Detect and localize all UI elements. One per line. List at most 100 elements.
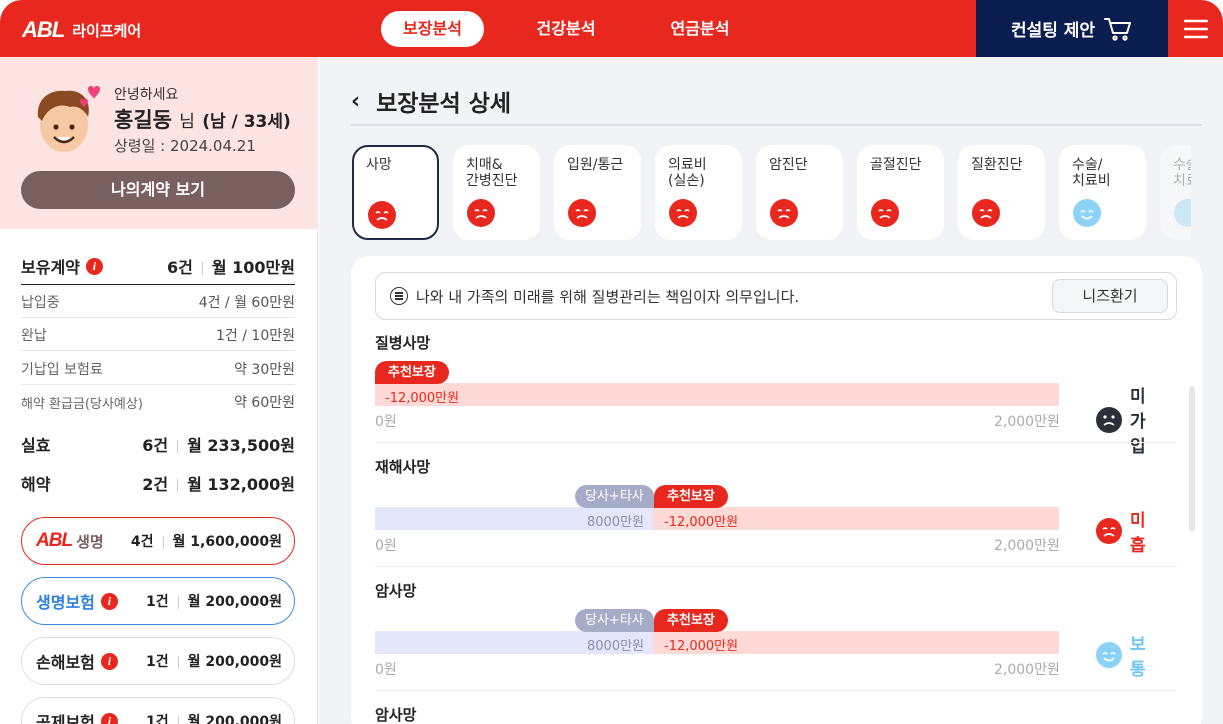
category-label: 치료비 [1072, 173, 1111, 189]
profile-card: 안녕하세요 홍길동 님 (남 / 33세) 상령일 : 2024.04.21 나… [0, 57, 318, 229]
tab-pension-analysis[interactable]: 연금분석 [650, 11, 750, 47]
summary-row-label: 완납 [21, 328, 47, 344]
insurer-name: 생명보험 [36, 593, 95, 612]
info-icon[interactable]: i [100, 712, 118, 724]
category-label: 치매& [466, 157, 503, 173]
happy-face-icon [1174, 199, 1191, 227]
bad-face-icon [568, 199, 596, 227]
category-hospitalization[interactable]: 입원/통근 [554, 145, 641, 240]
honorific: 님 [179, 112, 195, 132]
current-value: 8000만원 [587, 515, 645, 530]
lapsed-amount: 월 233,500원 [187, 436, 295, 455]
coverage-section: 암사망 당사+타사 8000만원 추천보장 -12,000만원 0원 2,000… [375, 580, 1155, 690]
consulting-proposal-label: 컨설팅 제안 [1010, 21, 1096, 41]
notice-text: 나와 내 가족의 미래를 위해 질병관리는 책임이자 의무입니다. [416, 287, 800, 306]
back-icon[interactable]: ‹ [351, 89, 360, 114]
current-value: 8000만원 [587, 639, 645, 654]
status-label: 미흡 [1130, 511, 1146, 556]
user-avatar-icon [37, 86, 100, 152]
category-death[interactable]: 사망 [352, 145, 439, 240]
cancelled-count: 2건 [142, 475, 169, 494]
bad-face-icon [669, 199, 697, 227]
coverage-section: 재해사망 당사+타사 8000만원 추천보장 -12,000만원 0원 2,00… [375, 456, 1155, 566]
category-surgery-treatment[interactable]: 수술/ 치료비 [1059, 145, 1146, 240]
neutral-face-icon [1096, 406, 1122, 433]
insurer-nonlife-insurance[interactable]: 손해보험 i 1건 월 200,000원 [21, 637, 295, 685]
summary-row: 해약 환급금(당사예상) 약 60만원 [21, 392, 295, 412]
category-label: (실손) [668, 173, 705, 189]
holding-contracts-row: 보유계약 i 6건 월 100만원 [21, 254, 295, 278]
tab-coverage-analysis[interactable]: 보장분석 [381, 11, 484, 47]
category-surgery-treatment-partial[interactable]: 수술 치료 [1160, 145, 1191, 240]
tab-health-analysis[interactable]: 건강분석 [516, 11, 616, 47]
bad-face-icon [871, 199, 899, 227]
status-label: 보통 [1130, 635, 1146, 680]
holding-label: 보유계약 [21, 258, 80, 277]
coverage-detail-panel: 나와 내 가족의 미래를 위해 질병관리는 책임이자 의무입니다. 니즈환기 질… [351, 256, 1202, 724]
section-title: 재해사망 [375, 458, 431, 476]
bad-face-icon [972, 199, 1000, 227]
category-label: 간병진단 [466, 173, 518, 189]
category-cancer-diagnosis[interactable]: 암진단 [756, 145, 843, 240]
category-disease-diagnosis[interactable]: 질환진단 [958, 145, 1045, 240]
category-label: 입원/통근 [567, 157, 624, 173]
cart-icon [1104, 17, 1132, 41]
category-label: 수술 [1173, 157, 1191, 173]
recommend-value: -12,000만원 [664, 639, 739, 654]
lapsed-contracts-row: 실효 6건 월 233,500원 [21, 432, 295, 456]
category-label: 질환진단 [971, 157, 1023, 173]
status-label: 미가입 [1130, 387, 1146, 457]
menu-icon [1183, 19, 1208, 38]
recommend-tag: 추천보장 [654, 485, 728, 508]
lapsed-count: 6건 [142, 436, 169, 455]
consulting-proposal-button[interactable]: 컨설팅 제안 [976, 0, 1168, 57]
summary-row-label: 기납입 보험료 [21, 362, 103, 378]
insurer-amount: 월 200,000원 [187, 594, 282, 610]
greeting-text: 안녕하세요 [114, 87, 179, 103]
brand-logo[interactable]: ABL 라이프케어 [22, 17, 141, 43]
category-label: 치료 [1173, 173, 1191, 189]
insurer-amount: 월 200,000원 [187, 654, 282, 670]
category-label: 암진단 [769, 157, 808, 173]
summary-row-value: 약 60만원 [234, 395, 295, 411]
insurer-mutual-aid[interactable]: 공제보험 i 1건 월 200,000원 [21, 697, 295, 724]
summary-row: 기납입 보험료 약 30만원 [21, 359, 295, 379]
scrollbar[interactable] [1189, 386, 1195, 531]
status-badge: 미가입 [1096, 382, 1155, 457]
info-icon[interactable]: i [100, 592, 118, 610]
coverage-bar [375, 383, 1059, 406]
status-badge: 보통 [1096, 630, 1155, 680]
logo-abl: ABL [22, 17, 65, 42]
insurer-life-insurance[interactable]: 생명보험 i 1건 월 200,000원 [21, 577, 295, 625]
insurer-amount: 월 1,600,000원 [172, 534, 282, 550]
section-title: 암사망 [375, 582, 417, 600]
needs-awareness-button[interactable]: 니즈환기 [1052, 279, 1168, 313]
axis-max: 2,000만원 [994, 662, 1060, 678]
info-icon[interactable]: i [100, 652, 118, 670]
coverage-section: 암사망 [375, 704, 1155, 724]
summary-row-label: 납입중 [21, 295, 60, 311]
category-medical-expense[interactable]: 의료비 (실손) [655, 145, 742, 240]
info-icon[interactable]: i [85, 257, 103, 275]
my-contract-button[interactable]: 나의계약 보기 [21, 171, 295, 209]
insurer-amount: 월 200,000원 [187, 714, 282, 724]
insurer-name: 생명 [76, 532, 104, 551]
recommend-value: -12,000만원 [664, 515, 739, 530]
category-label: 골절진단 [870, 157, 922, 173]
cancelled-amount: 월 132,000원 [187, 475, 295, 494]
user-name-line: 홍길동 님 (남 / 33세) [114, 104, 291, 134]
current-tag: 당사+타사 [575, 485, 654, 508]
axis-min: 0원 [375, 414, 397, 430]
insurer-abl-life[interactable]: ABL 생명 4건 월 1,600,000원 [21, 517, 295, 565]
category-dementia-care[interactable]: 치매& 간병진단 [453, 145, 540, 240]
recommend-tag: 추천보장 [375, 361, 449, 384]
category-fracture-diagnosis[interactable]: 골절진단 [857, 145, 944, 240]
abl-logo: ABL [36, 530, 73, 551]
summary-row: 납입중 4건 / 월 60만원 [21, 292, 295, 312]
hamburger-menu-button[interactable] [1168, 0, 1223, 57]
divider [351, 124, 1202, 126]
divider [375, 690, 1177, 691]
divider [375, 442, 1177, 443]
axis-min: 0원 [375, 662, 397, 678]
category-label: 수술/ [1072, 157, 1103, 173]
